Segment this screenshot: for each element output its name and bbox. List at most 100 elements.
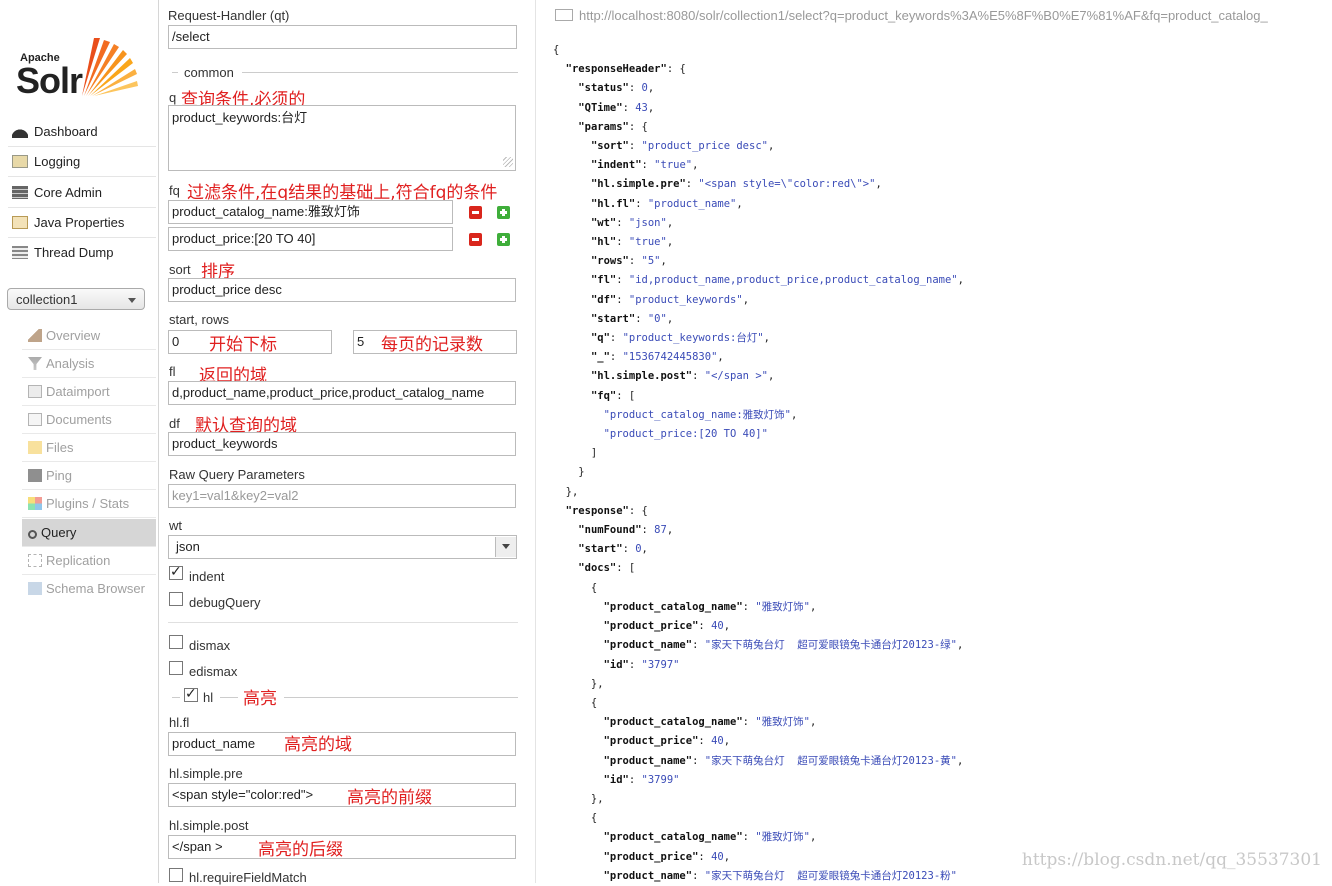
sidebar: Apache Solr Dashboard Logging Core Admin… [0, 0, 159, 883]
wt-select[interactable]: json [168, 535, 517, 559]
hl-simple-post-label: hl.simple.post [169, 818, 249, 833]
sort-input[interactable]: product_price desc [168, 278, 516, 302]
remove-fq-1-button[interactable] [469, 206, 482, 219]
response-json: { "responseHeader": { "status": 0, "QTim… [553, 44, 964, 882]
json-string: "1536742445830" [622, 351, 718, 364]
json-key: "product_price" [603, 735, 699, 748]
df-input[interactable]: product_keywords [168, 432, 516, 456]
json-string: "product_keywords:台灯" [622, 332, 764, 345]
json-key: "start" [578, 543, 623, 556]
core-menu-dataimport[interactable]: Dataimport [22, 378, 156, 406]
dismax-checkbox[interactable] [169, 635, 183, 649]
json-key: "product_catalog_name" [603, 831, 743, 844]
json-key: "hl" [590, 236, 617, 249]
fl-label: fl [169, 364, 176, 379]
core-menu-dataimport-label: Dataimport [46, 384, 110, 399]
qt-input[interactable]: /select [168, 25, 517, 49]
fq-label: fq [169, 183, 180, 198]
json-string: "雅致灯饰" [755, 716, 810, 729]
rows-annotation: 每页的记录数 [381, 335, 483, 355]
core-menu-overview[interactable]: Overview [22, 322, 156, 350]
fq-input-1[interactable]: product_catalog_name:雅致灯饰 [168, 200, 453, 224]
hl-simple-pre-label: hl.simple.pre [169, 766, 243, 781]
json-key: "q" [590, 332, 610, 345]
core-selector[interactable]: collection1 [7, 288, 145, 310]
json-number: 40 [711, 620, 724, 633]
add-fq-1-button[interactable] [497, 206, 510, 219]
nav-core-admin[interactable]: Core Admin [8, 179, 156, 208]
core-menu-documents-label: Documents [46, 412, 112, 427]
hl-fl-annotation: 高亮的域 [284, 735, 352, 755]
hl-rule-right [284, 697, 518, 698]
json-string: "家天下萌兔台灯 超可爱眼镜兔卡通台灯20123-绿" [704, 639, 957, 652]
core-menu-files[interactable]: Files [22, 434, 156, 462]
json-string: "家天下萌兔台灯 超可爱眼镜兔卡通台灯20123-粉" [704, 869, 957, 882]
core-menu-query[interactable]: Query [22, 519, 156, 547]
common-rule-right [242, 72, 518, 73]
chevron-down-icon [502, 544, 510, 549]
wt-select-value: json [176, 539, 200, 554]
debug-query-label: debugQuery [189, 595, 261, 610]
indent-checkbox[interactable] [169, 563, 183, 580]
json-key: "numFound" [578, 524, 642, 537]
indent-label: indent [189, 569, 225, 584]
json-key: "rows" [590, 255, 629, 268]
hl-label: hl [203, 690, 214, 705]
start-annotation: 开始下标 [209, 335, 277, 355]
json-key: "params" [578, 120, 629, 133]
json-string: "家天下萌兔台灯 超可爱眼镜兔卡通台灯20123-黄" [704, 754, 957, 767]
json-key: "docs" [578, 562, 617, 575]
q-textarea[interactable]: product_keywords:台灯 [168, 105, 516, 171]
json-number: 40 [711, 735, 724, 748]
ping-icon [28, 469, 42, 482]
dismax-label: dismax [189, 638, 231, 653]
core-menu-analysis[interactable]: Analysis [22, 350, 156, 378]
request-url-link[interactable]: http://localhost:8080/solr/collection1/s… [555, 4, 1332, 28]
core-menu-ping[interactable]: Ping [22, 462, 156, 490]
section-divider [168, 622, 518, 623]
request-url-text: http://localhost:8080/solr/collection1/s… [579, 8, 1268, 23]
json-number: 87 [654, 524, 667, 537]
nav-java-properties[interactable]: Java Properties [8, 209, 156, 238]
replication-icon [28, 554, 42, 567]
remove-fq-2-button[interactable] [469, 233, 482, 246]
nav-logging-label: Logging [34, 154, 81, 169]
json-key: "indent" [590, 159, 642, 172]
json-key: "product_name" [603, 869, 693, 882]
edismax-checkbox[interactable] [169, 661, 183, 675]
core-menu-plugins-stats[interactable]: Plugins / Stats [22, 490, 156, 518]
hl-simple-pre-input[interactable]: <span style="color:red"> [168, 783, 516, 807]
magnifier-icon [28, 530, 37, 539]
common-section-label: common [184, 65, 234, 80]
core-menu-replication-label: Replication [46, 553, 111, 568]
fq-input-2[interactable]: product_price:[20 TO 40] [168, 227, 453, 251]
hl-require-field-match-checkbox[interactable] [169, 868, 183, 882]
json-string: "雅致灯饰" [755, 600, 810, 613]
add-fq-2-button[interactable] [497, 233, 510, 246]
hl-simple-pre-value: <span style="color:red"> [172, 787, 314, 802]
java-properties-icon [12, 216, 28, 229]
json-key: "fq" [590, 389, 617, 402]
chevron-down-icon [128, 298, 136, 303]
core-menu-overview-label: Overview [46, 328, 101, 343]
fl-input[interactable]: d,product_name,product_price,product_cat… [168, 381, 516, 405]
core-menu-replication[interactable]: Replication [22, 547, 156, 575]
core-menu-query-label: Query [41, 525, 77, 540]
raw-query-input[interactable]: key1=val1&key2=val2 [168, 484, 516, 508]
json-string: "id,product_name,product_price,product_c… [628, 274, 958, 287]
debug-query-checkbox[interactable] [169, 592, 183, 606]
resize-grip-icon[interactable] [503, 157, 513, 167]
start-rows-label: start, rows [169, 312, 229, 327]
hl-fl-label: hl.fl [169, 715, 190, 730]
core-menu-documents[interactable]: Documents [22, 406, 156, 434]
wt-select-arrow[interactable] [495, 537, 516, 557]
folder-icon [28, 441, 42, 454]
core-menu-schema-browser[interactable]: Schema Browser [22, 575, 156, 602]
nav-dashboard-label: Dashboard [34, 124, 98, 139]
hl-simple-post-annotation: 高亮的后缀 [258, 840, 343, 860]
json-string: "3799" [641, 773, 680, 786]
nav-logging[interactable]: Logging [8, 148, 156, 177]
hl-checkbox[interactable] [184, 685, 198, 702]
nav-dashboard[interactable]: Dashboard [8, 118, 156, 147]
nav-thread-dump[interactable]: Thread Dump [8, 239, 156, 267]
